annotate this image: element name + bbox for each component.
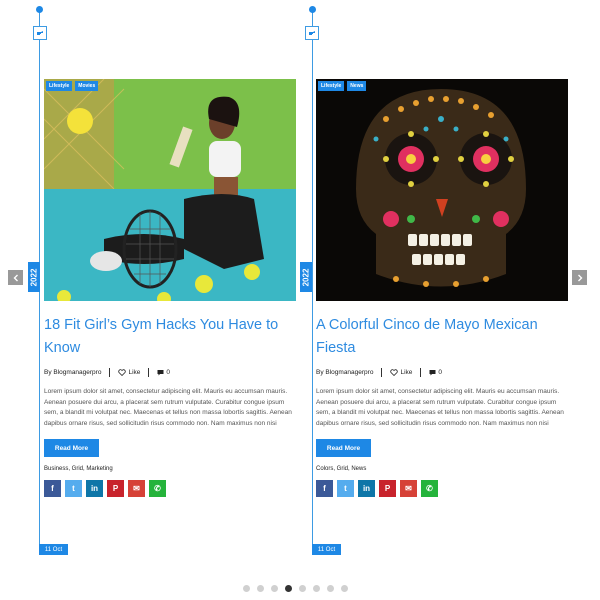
like-label: Like [128,368,141,376]
divider [148,367,150,377]
pointer-hand-icon [308,31,315,35]
heart-icon [390,368,399,376]
timeline-dot [36,6,43,13]
category-list: Lifestyle News [318,81,367,91]
email-icon[interactable]: ✉ [128,480,145,498]
pagination-dot[interactable] [313,585,320,592]
post-image[interactable]: Lifestyle News [316,79,568,301]
pagination-dot[interactable] [271,585,278,592]
whatsapp-icon[interactable]: ✆ [421,480,438,498]
like-label: Like [400,368,413,376]
category-badge[interactable]: Lifestyle [46,81,73,91]
comment-number: 0 [166,368,171,376]
date-tag: 11 Oct [312,544,341,555]
comment-count[interactable]: 0 [429,369,442,376]
year-tab: 2022 [28,262,40,292]
pagination-dot[interactable] [243,585,250,592]
linkedin-icon[interactable]: in [358,480,375,498]
timeline-icon [33,26,47,40]
post-image[interactable]: Lifestyle Movies [44,79,296,301]
pinterest-icon[interactable]: P [107,480,124,498]
post-card: Lifestyle Movies 18 Fit Girl’s Gym Hacks… [44,79,296,498]
post-tags[interactable]: Colors, Grid, News [316,466,568,472]
like-button[interactable]: Like [118,369,140,376]
post-title[interactable]: A Colorful Cinco de Mayo Mexican Fiesta [316,314,568,360]
next-arrow-button[interactable] [572,270,587,285]
pagination-dot[interactable] [341,585,348,592]
chevron-left-icon [13,274,18,281]
category-list: Lifestyle Movies [46,81,99,91]
post-tags[interactable]: Business, Grid, Marketing [44,466,296,472]
divider [109,367,111,377]
category-badge[interactable]: Movies [75,81,99,91]
comment-icon [157,369,164,375]
comment-count[interactable]: 0 [157,369,170,376]
timeline-line [312,10,313,555]
pinterest-icon[interactable]: P [379,480,396,498]
tennis-player-photo [44,79,296,301]
pagination-dots [243,585,348,592]
twitter-icon[interactable]: t [65,480,82,498]
social-share-bar: f t in P ✉ ✆ [44,480,296,498]
social-share-bar: f t in P ✉ ✆ [316,480,568,498]
facebook-icon[interactable]: f [44,480,61,498]
timeline-dot [309,6,316,13]
chevron-right-icon [577,274,582,281]
post-card: Lifestyle News A Colorful Cinco de Mayo … [316,79,568,498]
post-excerpt: Lorem ipsum dolor sit amet, consectetur … [44,388,292,427]
like-button[interactable]: Like [390,369,412,376]
category-badge[interactable]: News [347,81,367,91]
post-meta: By Blogmanagerpro Like 0 [316,367,568,377]
prev-arrow-button[interactable] [8,270,23,285]
pagination-dot[interactable] [285,585,292,592]
sugar-skull-photo [316,79,568,301]
pointer-hand-icon [36,31,43,35]
post-excerpt: Lorem ipsum dolor sit amet, consectetur … [316,388,564,427]
whatsapp-icon[interactable]: ✆ [149,480,166,498]
read-more-button[interactable]: Read More [44,439,99,458]
pagination-dot[interactable] [327,585,334,592]
pagination-dot[interactable] [257,585,264,592]
divider [381,367,383,377]
pagination-dot[interactable] [299,585,306,592]
email-icon[interactable]: ✉ [400,480,417,498]
heart-icon [118,368,127,376]
date-tag: 11 Oct [39,544,68,555]
comment-icon [429,369,436,375]
linkedin-icon[interactable]: in [86,480,103,498]
divider [420,367,422,377]
category-badge[interactable]: Lifestyle [318,81,345,91]
timeline-icon [305,26,319,40]
comment-number: 0 [438,368,443,376]
post-title[interactable]: 18 Fit Girl’s Gym Hacks You Have to Know [44,314,296,360]
read-more-button[interactable]: Read More [316,439,371,458]
post-author[interactable]: By Blogmanagerpro [316,369,373,376]
post-author[interactable]: By Blogmanagerpro [44,369,101,376]
facebook-icon[interactable]: f [316,480,333,498]
post-meta: By Blogmanagerpro Like 0 [44,367,296,377]
year-tab: 2022 [300,262,312,292]
twitter-icon[interactable]: t [337,480,354,498]
